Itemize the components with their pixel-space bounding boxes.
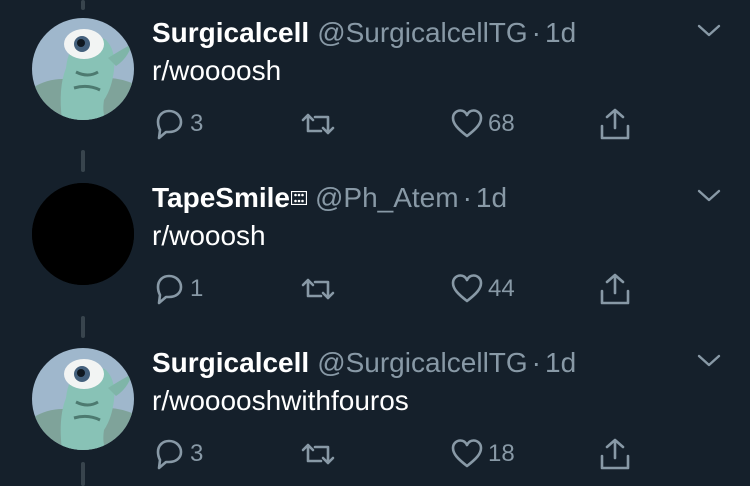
share-button[interactable] [598, 432, 632, 476]
reply-count: 3 [190, 440, 204, 467]
timestamp[interactable]: 1d [545, 347, 576, 378]
dice-emoji-icon [290, 191, 307, 205]
retweet-icon [301, 278, 335, 300]
share-icon [600, 438, 630, 470]
tweet-actions: 3 68 [0, 102, 750, 146]
reply-count: 1 [190, 275, 204, 302]
reply-icon [156, 439, 183, 470]
tweet-text: r/wooooshwithfouros [152, 385, 409, 416]
chevron-down-icon[interactable] [694, 181, 724, 211]
retweet-button[interactable] [300, 432, 340, 476]
separator-dot: · [462, 182, 472, 213]
tweet[interactable]: Surgicalcell @SurgicalcellTG · 1d r/woooosh… [0, 16, 750, 180]
tweet[interactable]: Surgicalcell @SurgicalcellTG · 1d r/woooosh… [0, 346, 750, 486]
heart-icon [451, 274, 483, 303]
chevron-down-icon[interactable] [694, 16, 724, 46]
timestamp[interactable]: 1d [545, 17, 576, 48]
thread-line [81, 0, 85, 10]
share-button[interactable] [598, 102, 632, 146]
like-count: 18 [488, 440, 515, 467]
tweet-feed: Surgicalcell @SurgicalcellTG · 1d r/woooosh… [0, 0, 750, 486]
chevron-down-icon[interactable] [694, 346, 724, 376]
display-name[interactable]: Surgicalcell [152, 347, 309, 378]
like-button[interactable]: 68 [450, 102, 515, 146]
display-name[interactable]: Surgicalcell [152, 17, 309, 48]
heart-icon [451, 109, 483, 138]
timestamp[interactable]: 1d [476, 182, 507, 213]
reply-button[interactable]: 3 [152, 102, 203, 146]
reply-icon [156, 274, 183, 305]
tweet-actions: 1 44 [0, 267, 750, 311]
user-handle[interactable]: @SurgicalcellTG [317, 17, 527, 48]
share-icon [600, 108, 630, 140]
heart-icon [451, 439, 483, 468]
separator-dot: · [531, 17, 541, 48]
retweet-icon [301, 443, 335, 465]
retweet-button[interactable] [300, 102, 340, 146]
like-button[interactable]: 44 [450, 267, 515, 311]
like-count: 68 [488, 110, 515, 137]
user-handle[interactable]: @SurgicalcellTG [317, 347, 527, 378]
tweet-text: r/woooosh [152, 55, 282, 86]
tweet-text: r/wooosh [152, 220, 266, 251]
separator-dot: · [531, 347, 541, 378]
tweet[interactable]: TapeSmile @Ph_Atem · 1d r/wooosh 1 44 [0, 181, 750, 345]
tweet-header: TapeSmile @Ph_Atem · 1d [152, 181, 507, 215]
tweet-actions: 3 18 [0, 432, 750, 476]
tweet-header: Surgicalcell @SurgicalcellTG · 1d [152, 16, 576, 50]
reply-button[interactable]: 3 [152, 432, 203, 476]
share-button[interactable] [598, 267, 632, 311]
tweet-header: Surgicalcell @SurgicalcellTG · 1d [152, 346, 576, 380]
like-count: 44 [488, 275, 515, 302]
reply-button[interactable]: 1 [152, 267, 203, 311]
display-name[interactable]: TapeSmile [152, 182, 290, 213]
share-icon [600, 273, 630, 305]
user-handle[interactable]: @Ph_Atem [315, 182, 459, 213]
retweet-icon [301, 113, 335, 135]
reply-icon [156, 109, 183, 140]
retweet-button[interactable] [300, 267, 340, 311]
reply-count: 3 [190, 110, 204, 137]
like-button[interactable]: 18 [450, 432, 515, 476]
